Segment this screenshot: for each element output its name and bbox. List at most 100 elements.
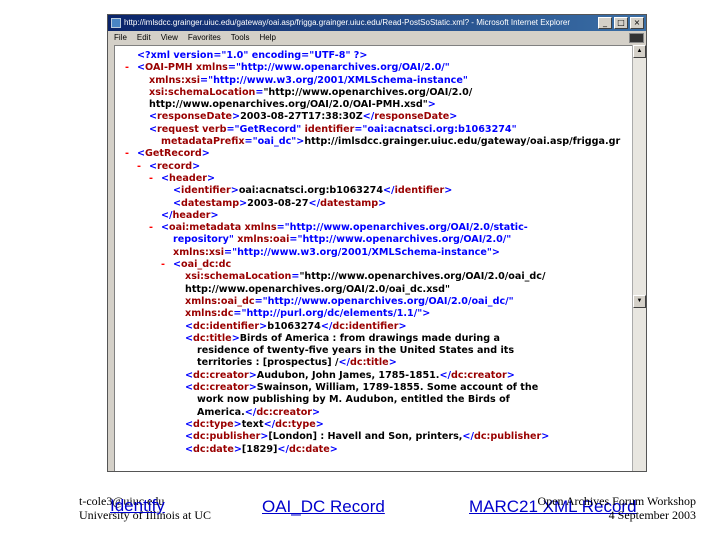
minimize-button[interactable]: _ [598,17,612,29]
xml-token: "http://www.openarchives.org/OAI/2.0/" [297,234,512,246]
xml-token: < [185,320,194,332]
menu-file[interactable]: File [114,31,127,45]
menu-tools[interactable]: Tools [231,31,250,45]
xml-token: > [422,308,431,320]
xml-line: <dc:date>[1829]</dc:date> [125,444,620,456]
menu-favorites[interactable]: Favorites [188,31,221,45]
xml-token: < [185,369,194,381]
footer-right: Open Archives Forum Workshop 4 September… [538,494,696,522]
oai-dc-record-link[interactable]: OAI_DC Record [262,497,385,517]
menu-edit[interactable]: Edit [137,31,151,45]
xml-token: </ [277,443,289,455]
xml-token: "http://www.openarchives.org/OAI/2.0/oai… [262,295,514,307]
xml-token: </ [362,111,375,123]
menu-view[interactable]: View [161,31,178,45]
xml-token: < [185,443,194,455]
workshop-name: Open Archives Forum Workshop [537,494,696,508]
menu-help[interactable]: Help [259,31,275,45]
xml-token: "http://www.openarchives.org/OAI/2.0/oai… [299,271,546,283]
xml-token: oai_dc:dc [181,259,232,271]
xml-token: > [230,185,239,197]
xml-line: xmlns:dc="http://purl.org/dc/elements/1.… [125,308,620,320]
xml-token: "http://www.openarchives.org/OAI/2.0/" [235,62,450,74]
xml-line: <dc:creator>Swainson, William, 1789-1855… [125,382,620,394]
xml-token: </ [308,197,321,209]
xml-line: xsi:schemaLocation="http://www.openarchi… [125,271,620,283]
collapse-toggle[interactable]: - [125,62,137,74]
xml-token: "oai:acnatsci.org:b1063274" [362,123,517,135]
xml-token: </ [161,209,173,221]
xml-token: > [329,443,338,455]
collapse-toggle[interactable]: - [149,222,161,234]
xml-token: > [444,185,453,197]
title-bar: http://imlsdcc.grainger.uiuc.edu/gateway… [108,15,646,31]
xml-token: dc:creator [256,406,313,418]
xml-line: <?xml version="1.0" encoding="UTF-8" ?> [125,50,620,62]
xml-token: > [388,357,397,369]
menu-bar: File Edit View Favorites Tools Help [108,31,646,45]
xml-token: verb [198,123,227,135]
xml-token: header [169,172,207,184]
xml-token: > [491,246,500,258]
xml-line: </header> [125,210,620,222]
collapse-toggle[interactable]: - [149,173,161,185]
xml-token: responseDate [374,111,450,123]
xml-token: > [541,431,550,443]
xml-line: <dc:creator>Audubon, John James, 1785-18… [125,370,620,382]
collapse-toggle[interactable]: - [137,161,149,173]
xml-line: <dc:identifier>b1063274</dc:identifier> [125,321,620,333]
xml-token: > [398,320,407,332]
xml-token: </ [338,357,351,369]
xml-line: work now publishing by M. Audubon, entit… [125,394,620,406]
xml-token: < [185,382,194,394]
xml-token: > [449,111,458,123]
xml-token: > [231,332,240,344]
xml-token: oai:acnatsci.org:b1063274 [238,185,384,197]
xml-token: xsi:schemaLocation [149,86,256,98]
xml-line: <identifier>oai:acnatsci.org:b1063274</i… [125,185,620,197]
xml-token: xmlns [241,222,277,234]
xml-line: repository" xmlns:oai="http://www.openar… [125,234,620,246]
close-button[interactable]: × [630,17,644,29]
collapse-toggle[interactable]: - [161,259,173,271]
window-controls: _ □ × [598,17,644,29]
xml-token: </ [320,320,333,332]
xml-line: <responseDate>2003-08-27T17:38:30Z</resp… [125,111,620,123]
maximize-button[interactable]: □ [614,17,628,29]
identify-link[interactable]: Identify [110,496,165,516]
collapse-toggle[interactable]: - [125,148,137,160]
xml-token: dc:date [193,443,234,455]
xml-line: metadataPrefix="oai_dc">http://imlsdcc.g… [125,136,620,148]
xml-line: xmlns:xsi="http://www.w3.org/2001/XMLSch… [125,75,620,87]
scroll-down-icon[interactable]: ▼ [633,295,646,308]
xml-token: xmlns:xsi [173,246,225,258]
xml-token: dc:identifier [332,320,399,332]
xml-token: "http://www.w3.org/2001/XMLSchema-instan… [232,246,492,258]
xml-token: GetRecord [145,148,202,160]
xml-token: dc:publisher [193,431,261,443]
xml-line: <dc:publisher>[London] : Havell and Son,… [125,431,620,443]
xml-token: responseDate [157,111,233,123]
xml-token: [London] : Havell and Son, printers, [268,431,463,443]
xml-line: - <oai:metadata xmlns="http://www.openarc… [125,222,620,234]
vertical-scrollbar[interactable]: ▲ ▼ [632,45,646,471]
xml-line: <request verb="GetRecord" identifier="oa… [125,124,620,136]
scroll-up-icon[interactable]: ▲ [633,45,646,58]
xml-line: residence of twenty-five years in the Un… [125,345,620,357]
xml-token: territories : [prospectus] / [197,357,339,369]
xml-line: xsi:schemaLocation="http://www.openarchi… [125,87,620,99]
xml-token: = [227,62,236,74]
xml-token: = [254,295,263,307]
xml-line: - <record> [125,161,620,173]
xml-token: <?xml version="1.0" encoding="UTF-8" ?> [137,50,368,61]
xml-token: dc:publisher [473,431,542,443]
xml-token: dc:date [288,443,330,455]
xml-token: xmlns:oai_dc [185,295,255,307]
xml-token: < [185,332,194,344]
xml-line: - <oai_dc:dc [125,259,620,271]
xml-token: > [248,369,257,381]
xml-token: dc:creator [451,369,507,381]
xml-token: "http://www.openarchives.org/OAI/2.0/ [263,86,473,98]
xml-token: < [149,123,158,135]
xml-token: xmlns:dc [185,308,234,320]
